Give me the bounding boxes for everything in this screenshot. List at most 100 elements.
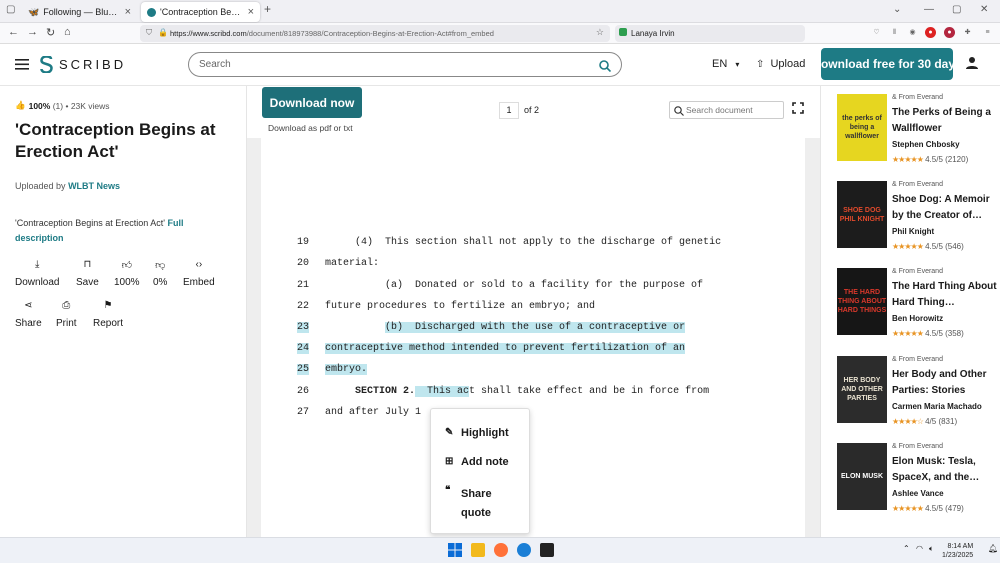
book-card[interactable]: ELON MUSK & From Everand Elon Musk: Tesl… [837,443,997,523]
uploader-link[interactable]: WLBT News [68,181,120,191]
book-title[interactable]: Shoe Dog: A Memoir by the Creator of… [892,192,997,224]
wifi-icon[interactable]: ◠ [916,544,923,553]
document-search-input[interactable]: Search document [669,101,784,119]
share-icon: ⋖ [24,300,33,311]
print-action[interactable]: ⎙ Print [56,300,77,329]
book-title[interactable]: The Perks of Being a Wallflower [892,105,997,137]
tab-scribd[interactable]: 'Contraception Begins at Erection × [141,2,260,22]
book-card[interactable]: THE HARD THING ABOUT HARD THINGS & From … [837,268,997,348]
pocket-icon[interactable]: ♡ [871,27,882,38]
scribd-logo[interactable]: SCRIBD [40,56,126,73]
action-label: Embed [183,277,215,288]
page-number-input[interactable]: 1 [499,102,519,119]
chevron-up-icon[interactable]: ⌃ [903,544,910,553]
book-title[interactable]: Her Body and Other Parties: Stories [892,367,997,399]
book-title[interactable]: Elon Musk: Tesla, SpaceX, and the… [892,454,997,486]
forward-icon[interactable]: → [27,26,38,38]
fullscreen-icon[interactable] [792,102,804,114]
firefox-icon[interactable] [494,543,508,557]
everand-icon: & [892,94,899,101]
highlighted-text[interactable]: (b) Discharged with the use of a contrac… [385,322,686,333]
download-format-note: Download as pdf or txt [268,123,353,133]
search-icon[interactable] [599,60,611,72]
download-now-button[interactable]: Download now [262,87,362,118]
source-label: & From Everand [892,268,943,275]
edge-icon[interactable] [517,543,531,557]
close-window-icon[interactable]: ✕ [980,4,988,15]
cover-text: HER BODY AND OTHER PARTIES [841,377,883,402]
downvote-action[interactable]: 👎︎ 0% [153,259,167,288]
app-icon[interactable] [540,543,554,557]
thumbs-down-icon: 👎︎ [155,260,166,271]
embed-action[interactable]: ‹› Embed [183,259,215,288]
document-line[interactable]: embryo. [325,364,368,375]
document-line[interactable]: (b) Discharged with the use of a contrac… [325,322,686,333]
download-action[interactable]: ⤓ Download [15,259,59,288]
book-card[interactable]: the perks of being a wallflower & From E… [837,94,997,174]
book-author: Phil Knight [892,227,935,236]
reload-icon[interactable]: ↻ [46,26,55,39]
share-action[interactable]: ⋖ Share [15,300,42,329]
ublock-icon[interactable]: ● [925,27,936,38]
highlighted-text[interactable]: This ac [415,386,470,397]
highlighted-text[interactable]: contraceptive method intended to prevent… [325,343,686,354]
document-line[interactable]: (4) This section shall not apply to the … [325,237,721,248]
star-rating-icon: ★★★★★ [892,329,924,338]
tab-bluesky[interactable]: 🦋 Following — Bluesky × [22,2,137,22]
quote-icon: ❝ [445,485,451,496]
highlighted-text[interactable]: embryo. [325,364,368,375]
document-line[interactable]: future procedures to fertilize an embryo… [325,301,595,312]
extensions-puzzle-icon[interactable]: ✚ [962,27,973,38]
document-line[interactable]: material: [325,258,379,269]
menu-icon[interactable]: ≡ [982,27,993,38]
book-title[interactable]: The Hard Thing About Hard Thing… [892,279,997,311]
document-page[interactable]: 19 (4) This section shall not apply to t… [261,138,805,537]
account-icon[interactable]: ◉ [907,27,918,38]
new-tab-icon[interactable]: + [264,2,271,16]
close-icon[interactable]: × [248,6,254,18]
add-note-option[interactable]: ⊞ Add note [445,456,509,468]
minimize-icon[interactable]: — [924,4,934,15]
book-card[interactable]: SHOE DOG PHIL KNIGHT & From Everand Shoe… [837,181,997,261]
book-card[interactable]: HER BODY AND OTHER PARTIES & From Everan… [837,356,997,436]
notification-icon[interactable]: 🔔︎ [988,544,998,553]
upload-button[interactable]: ⇧ Upload [756,58,805,70]
user-icon[interactable] [965,56,979,70]
document-line[interactable]: and after July 1 [325,407,421,418]
maximize-icon[interactable]: ▢ [952,4,961,15]
windows-start-icon[interactable] [448,543,462,557]
document-line[interactable]: contraceptive method intended to prevent… [325,343,686,354]
search-input[interactable]: Search [188,52,622,77]
share-quote-option[interactable]: ❝ Share quote [445,485,492,523]
volume-icon[interactable]: 🔈︎ [929,544,934,554]
site-header: SCRIBD Search EN ▾ ⇧ Upload Download fre… [0,44,1000,86]
book-rating: ★★★★★ 4.5/5 (358) [892,329,964,338]
back-icon[interactable]: ← [8,26,19,38]
close-icon[interactable]: × [125,6,131,18]
chevron-down-icon[interactable]: ⌄ [893,4,901,15]
hamburger-menu-icon[interactable] [15,59,29,70]
system-clock[interactable]: 8:14 AM 1/23/2025 [942,542,973,560]
download-free-button[interactable]: Download free for 30 days [821,48,953,80]
book-cover[interactable]: ELON MUSK [837,443,887,510]
profile-container[interactable]: Lanaya Irvin [615,25,805,42]
report-action[interactable]: ⚑ Report [93,300,123,329]
book-cover[interactable]: the perks of being a wallflower [837,94,887,161]
action-label: Save [76,277,99,288]
home-icon[interactable]: ⌂ [64,26,71,38]
save-action[interactable]: ⊓ Save [76,259,99,288]
url-bar[interactable]: ⛉ 🔒 https://www.scribd.com /document/818… [140,25,610,42]
document-line[interactable]: SECTION 2. This act shall take effect an… [325,386,709,397]
document-line[interactable]: (a) Donated or sold to a facility for th… [325,280,703,291]
book-cover[interactable]: SHOE DOG PHIL KNIGHT [837,181,887,248]
extension-icon[interactable]: ● [944,27,955,38]
file-explorer-icon[interactable] [471,543,485,557]
library-icon[interactable]: ⫴ [889,27,900,38]
upvote-action[interactable]: 👍︎ 100% [114,259,140,288]
highlight-option[interactable]: ✎ Highlight [445,427,509,439]
book-cover[interactable]: THE HARD THING ABOUT HARD THINGS [837,268,887,335]
tab-list-icon[interactable]: ▢ [6,4,15,15]
language-selector[interactable]: EN ▾ [712,58,739,70]
book-cover[interactable]: HER BODY AND OTHER PARTIES [837,356,887,423]
bookmark-star-icon[interactable]: ☆ [596,27,604,38]
